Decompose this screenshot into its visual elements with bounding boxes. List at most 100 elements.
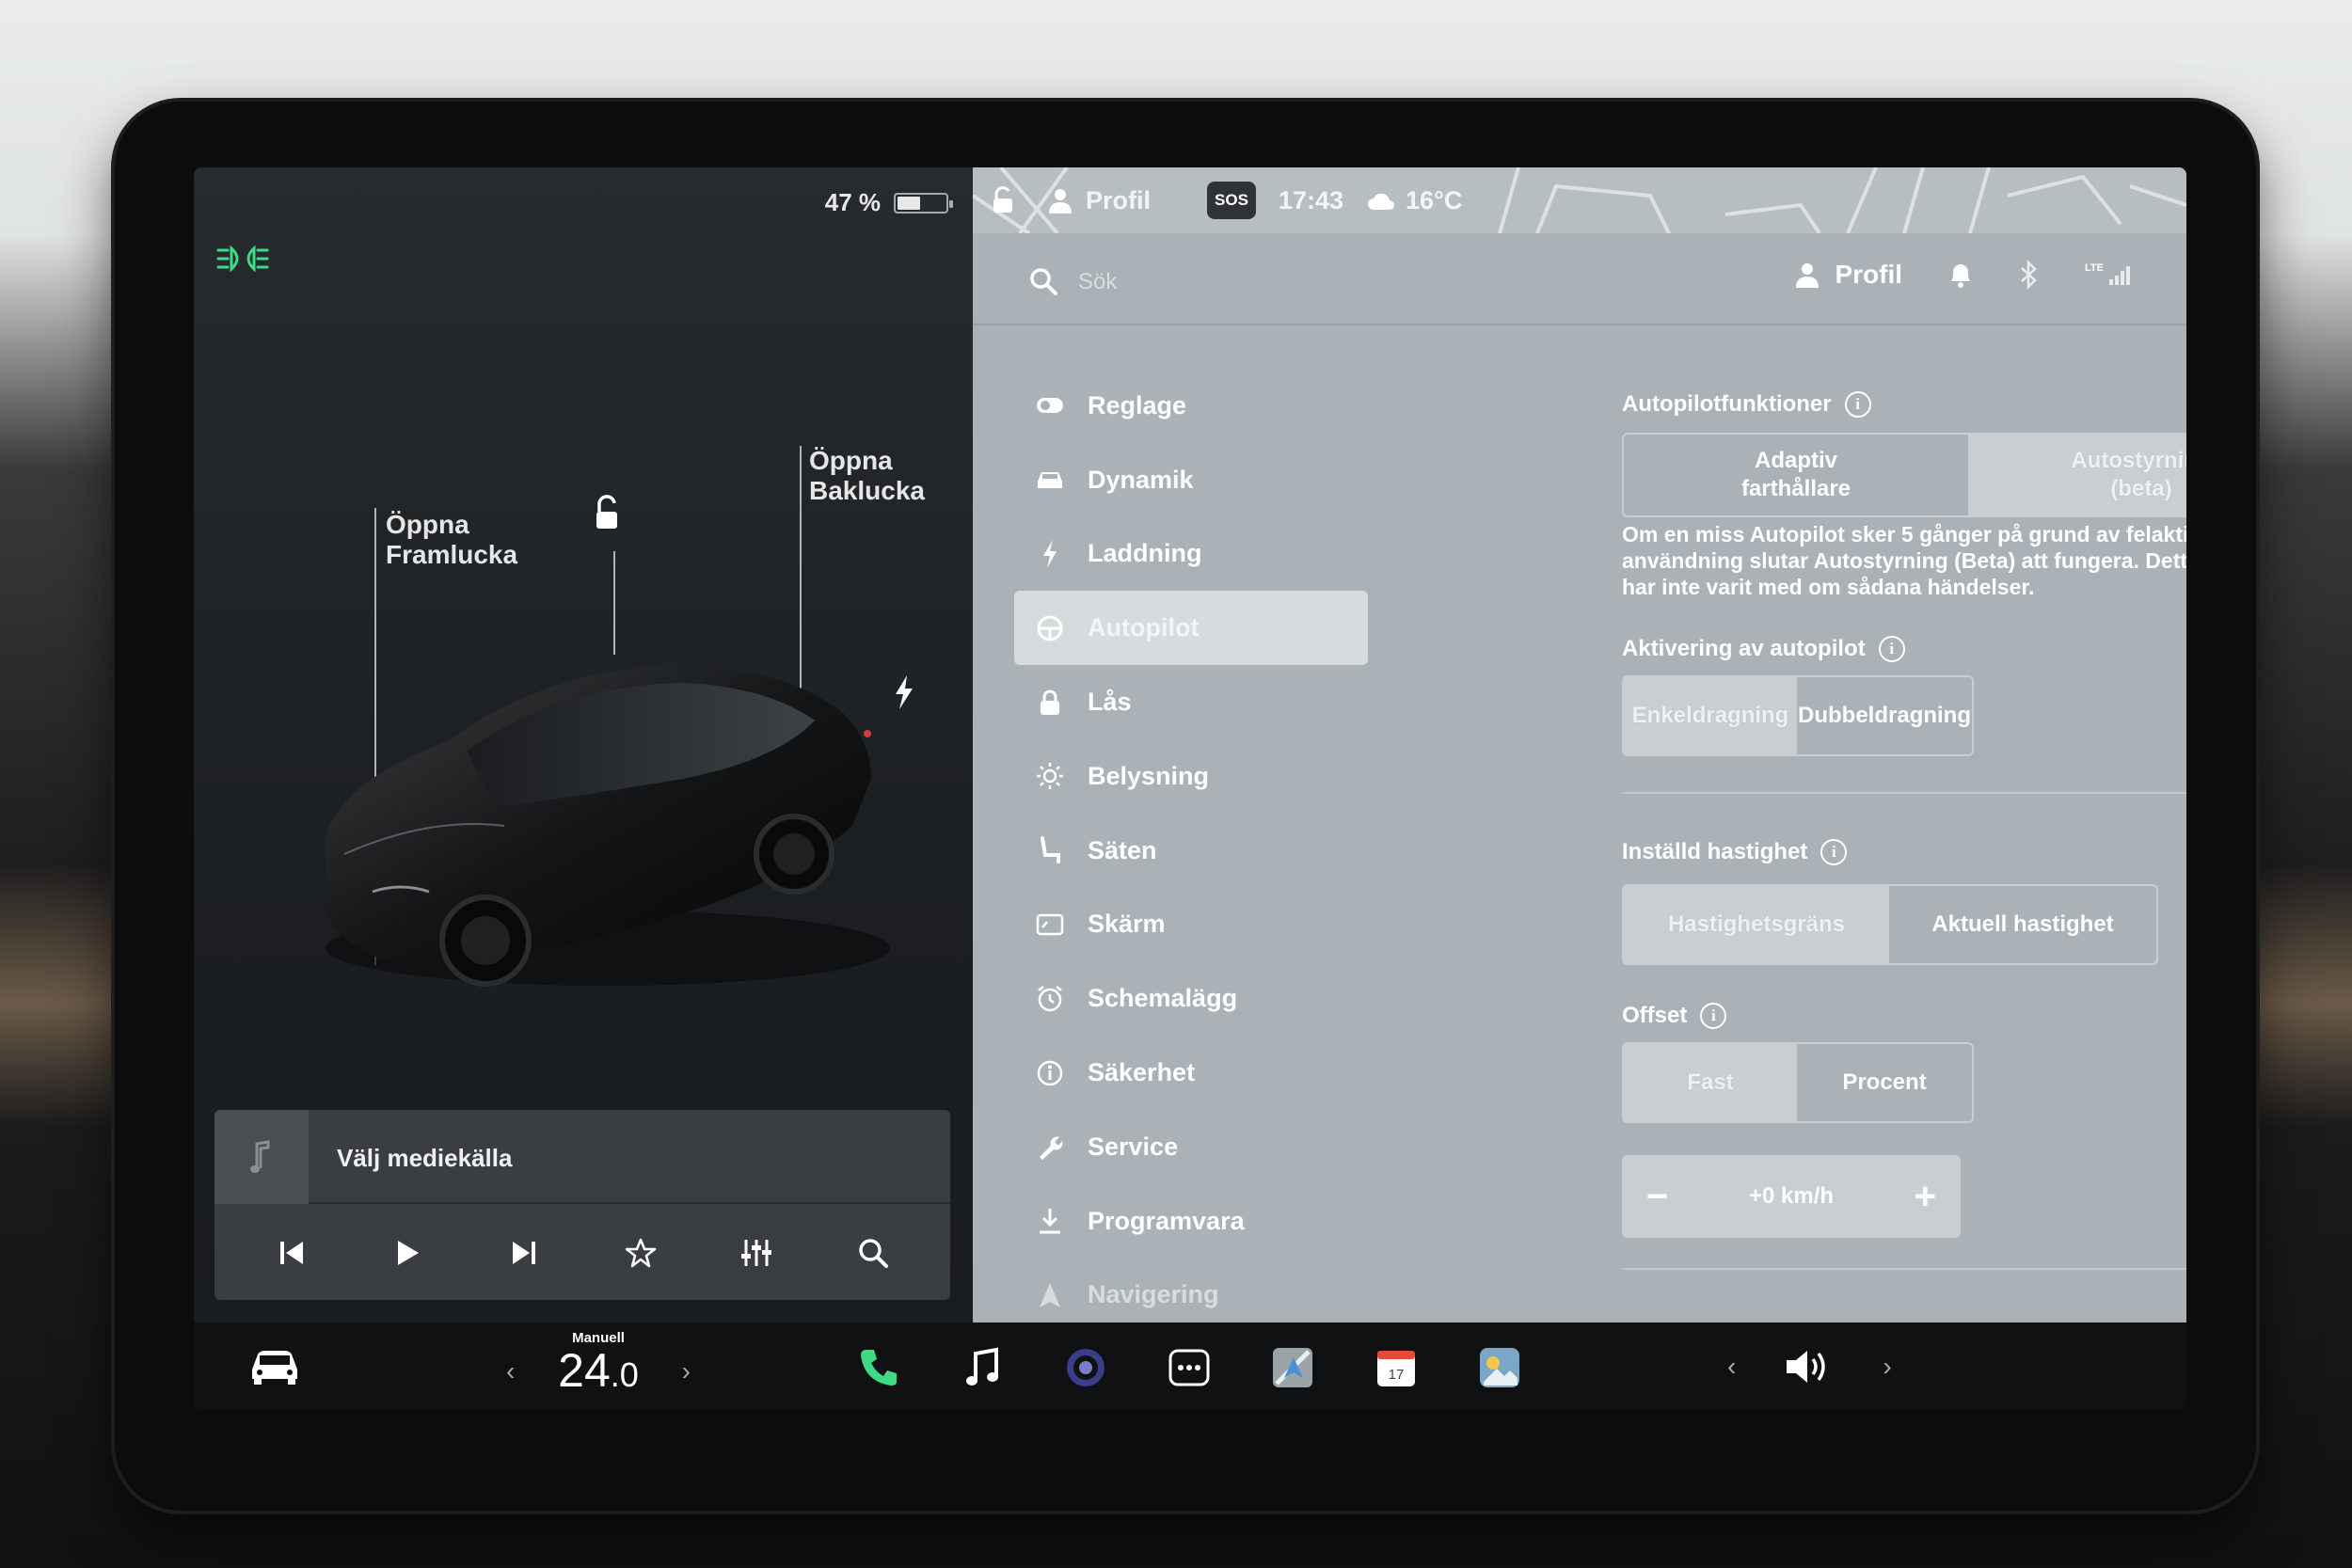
camera-icon[interactable] [1059,1341,1112,1394]
decrease-button[interactable]: − [1646,1176,1668,1218]
sidebar-item-service[interactable]: Service [1014,1110,1368,1184]
info-icon[interactable]: i [1700,1003,1727,1029]
sidebar-item-säkerhet[interactable]: Säkerhet [1014,1036,1368,1110]
person-icon [1049,189,1072,214]
car-icon[interactable] [246,1343,303,1386]
calendar-icon[interactable]: 17 [1370,1341,1422,1394]
sidebar-item-schemalägg[interactable]: Schemalägg [1014,961,1368,1036]
sidebar-item-belysning[interactable]: Belysning [1014,739,1368,814]
car-3d-icon [326,666,890,987]
speed-limit-option[interactable]: Hastighetsgräns [1624,886,1889,963]
settings-header: Sök Profil LTE [973,241,2186,325]
front-trunk-button[interactable]: Öppna Framlucka [386,510,517,570]
bell-icon[interactable] [1947,261,1974,289]
navigation-app-icon[interactable] [1266,1341,1319,1394]
sidebar-item-navigering[interactable]: Navigering [1014,1259,1368,1333]
percent-offset-option[interactable]: Procent [1797,1044,1972,1121]
seat-icon [1035,835,1065,865]
sidebar-item-säten[interactable]: Säten [1014,814,1368,888]
speaker-icon[interactable] [1783,1347,1836,1386]
media-source-selector[interactable]: Välj mediekälla [215,1110,950,1204]
more-apps-icon[interactable] [1163,1341,1216,1394]
media-source-label: Välj mediekälla [337,1144,513,1172]
climate-control[interactable]: ‹ Manuell 24.0 › [495,1330,702,1409]
autosteer-warning: Om en miss Autopilot sker 5 gånger på gr… [1622,522,2186,599]
map-strip[interactable]: Profil SOS 17:43 16°C [973,167,2186,233]
phone-icon[interactable] [852,1341,905,1394]
sidebar-item-reglage[interactable]: Reglage [1014,369,1368,443]
header-profile-button[interactable]: Profil [1795,260,1902,290]
double-pull-option[interactable]: Dubbeldragning [1797,677,1972,754]
sos-button[interactable]: SOS [1207,182,1256,219]
features-section-title: Autopilotfunktioner i [1622,391,1871,418]
sidebar-item-label: Säten [1088,835,1157,864]
volume-down-icon[interactable]: ‹ [1727,1352,1736,1382]
sidebar-item-dynamik[interactable]: Dynamik [1014,443,1368,517]
weather: 16°C [1366,186,1462,215]
sidebar-item-label: Belysning [1088,761,1210,790]
headlight-icon[interactable] [216,243,269,275]
download-icon [1035,1206,1065,1236]
bottom-bar: ‹ Manuell 24.0 › 17 ‹ › [194,1323,2186,1409]
section-divider [1622,792,2186,794]
touchscreen: 47 % Öppna Framlucka Öppna Baklucka Välj… [194,167,2186,1409]
battery-indicator: 47 % [824,188,953,217]
equalizer-icon[interactable] [733,1229,780,1276]
clock: 17:43 [1278,185,1343,214]
temp-down-icon[interactable]: ‹ [506,1356,515,1386]
sidebar-item-label: Säkerhet [1088,1058,1196,1087]
single-pull-option[interactable]: Enkeldragning [1624,677,1798,754]
unlock-icon[interactable] [587,495,625,532]
increase-button[interactable]: + [1915,1176,1936,1218]
rear-trunk-button[interactable]: Öppna Baklucka [809,446,925,506]
display-icon [1035,910,1065,940]
sidebar-item-autopilot[interactable]: Autopilot [1014,591,1368,666]
sun-icon [1035,761,1065,791]
fixed-offset-option[interactable]: Fast [1624,1044,1798,1121]
next-track-icon[interactable] [501,1229,548,1276]
sidebar-item-label: Service [1088,1132,1179,1161]
activation-selector: Enkeldragning Dubbeldragning [1622,675,1974,756]
music-note-icon [215,1110,309,1204]
toggle-icon [1035,390,1065,420]
temp-up-icon[interactable]: › [682,1356,691,1386]
media-controls [215,1206,950,1300]
battery-icon [894,192,953,214]
sidebar-item-lås[interactable]: Lås [1014,665,1368,739]
volume-up-icon[interactable]: › [1883,1352,1891,1382]
adaptive-cruise-option[interactable]: Adaptiv farthållare [1624,435,1968,515]
music-icon[interactable] [956,1341,1009,1394]
person-icon [1796,263,1820,288]
toybox-icon[interactable] [1473,1341,1526,1394]
info-circle-icon [1035,1058,1065,1088]
activation-section-title: Aktivering av autopilot i [1622,636,1905,662]
sidebar-item-label: Laddning [1088,539,1202,568]
play-icon[interactable] [384,1229,431,1276]
media-search-icon[interactable] [850,1229,897,1276]
bluetooth-icon[interactable] [2019,260,2040,290]
battery-percent: 47 % [824,188,881,216]
battery-fill [898,196,920,210]
info-icon[interactable]: i [1878,636,1905,662]
sidebar-item-programvara[interactable]: Programvara [1014,1184,1368,1259]
info-icon[interactable]: i [1844,391,1871,418]
sidebar-item-laddning[interactable]: Laddning [1014,517,1368,592]
offset-selector: Fast Procent [1622,1042,1974,1123]
status-profile[interactable]: Profil [1048,186,1151,215]
sidebar-item-label: Skärm [1088,910,1166,939]
section-divider [1622,1268,2186,1270]
current-speed-option[interactable]: Aktuell hastighet [1889,886,2156,963]
search-icon[interactable] [1027,265,1059,297]
wrench-icon [1035,1132,1065,1162]
info-icon[interactable]: i [1820,839,1848,865]
sidebar-item-skärm[interactable]: Skärm [1014,888,1368,962]
previous-track-icon[interactable] [268,1229,315,1276]
favorite-star-icon[interactable] [617,1229,664,1276]
sidebar-item-label: Reglage [1088,390,1187,420]
alarm-clock-icon [1035,984,1065,1014]
temperature-value: 24.0 [558,1344,639,1397]
autosteer-option[interactable]: Autostyrning(beta) [1968,435,2186,515]
svg-text:17: 17 [1389,1367,1405,1383]
sidebar-item-label: Autopilot [1088,613,1200,642]
search-input[interactable]: Sök [1078,269,1117,295]
